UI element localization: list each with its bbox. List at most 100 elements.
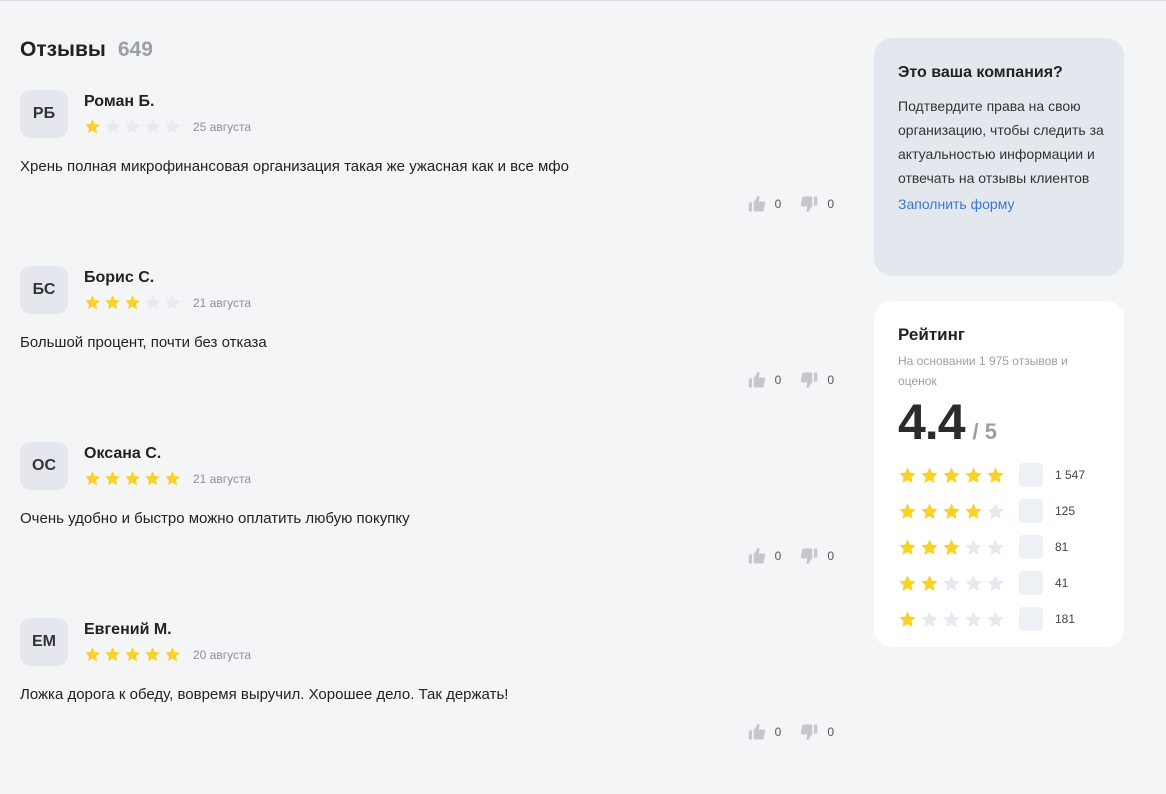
dislike-button[interactable]: 0 xyxy=(799,370,834,390)
avatar: БС xyxy=(20,266,68,314)
like-button[interactable]: 0 xyxy=(747,722,782,742)
rating-value-row: 4.4 / 5 xyxy=(898,393,1100,451)
dislike-button[interactable]: 0 xyxy=(799,546,834,566)
thumbs-down-icon xyxy=(799,194,819,214)
like-button[interactable]: 0 xyxy=(747,546,782,566)
star-filled-icon xyxy=(942,502,961,521)
star-filled-icon xyxy=(964,466,983,485)
review-author: Борис С. xyxy=(84,269,155,286)
dislike-count: 0 xyxy=(827,373,834,387)
review-rating: 21 августа xyxy=(84,294,251,311)
star-filled-icon xyxy=(124,470,141,487)
thumbs-up-icon xyxy=(747,546,767,566)
dislike-button[interactable]: 0 xyxy=(799,194,834,214)
star-empty-icon xyxy=(964,538,983,557)
star-empty-icon xyxy=(164,294,181,311)
claim-description: Подтвердите права на свою организацию, ч… xyxy=(898,98,1104,186)
rating-distribution: 1 547 125 81 41 181 xyxy=(898,457,1100,637)
dislike-button[interactable]: 0 xyxy=(799,722,834,742)
thumbs-up-icon xyxy=(747,370,767,390)
like-count: 0 xyxy=(774,373,782,387)
rating-row-count: 81 xyxy=(1055,540,1069,554)
rating-row-stars xyxy=(898,466,1008,485)
avatar: ОС xyxy=(20,442,68,490)
dislike-count: 0 xyxy=(827,725,834,739)
review-item: ЕМ Евгений М. 20 августа Ложка дорога к обе… xyxy=(20,618,840,794)
review-date: 20 августа xyxy=(193,647,252,662)
like-count: 0 xyxy=(774,549,782,563)
review-item: РБ Роман Б. 25 августа Хрень полная микрофи… xyxy=(20,90,840,266)
star-filled-icon xyxy=(124,294,141,311)
rating-row-3: 81 xyxy=(898,529,1100,565)
rating-max: / 5 xyxy=(972,419,997,444)
fill-form-link[interactable]: Заполнить форму xyxy=(898,196,1015,212)
star-filled-icon xyxy=(942,538,961,557)
star-filled-icon xyxy=(144,470,161,487)
rating-row-4: 125 xyxy=(898,493,1100,529)
star-filled-icon xyxy=(898,466,917,485)
review-item: ОС Оксана С. 21 августа Очень удобно и быст… xyxy=(20,442,840,618)
star-empty-icon xyxy=(986,502,1005,521)
reviews-header: Отзывы 649 xyxy=(20,38,840,66)
dislike-count: 0 xyxy=(827,197,834,211)
review-rating: 25 августа xyxy=(84,118,251,135)
star-empty-icon xyxy=(144,294,161,311)
like-button[interactable]: 0 xyxy=(747,194,782,214)
rating-row-count: 181 xyxy=(1055,612,1076,626)
avatar: ЕМ xyxy=(20,618,68,666)
like-button[interactable]: 0 xyxy=(747,370,782,390)
claim-title: Это ваша компания? xyxy=(898,64,1063,81)
star-filled-icon xyxy=(920,538,939,557)
star-empty-icon xyxy=(986,574,1005,593)
like-count: 0 xyxy=(774,197,782,211)
top-divider xyxy=(0,0,1166,1)
star-filled-icon xyxy=(144,646,161,663)
star-filled-icon xyxy=(164,646,181,663)
review-votes: 00 xyxy=(729,194,834,214)
review-votes: 00 xyxy=(729,722,834,742)
rating-title: Рейтинг xyxy=(898,325,965,344)
star-empty-icon xyxy=(942,610,961,629)
rating-row-1: 181 xyxy=(898,601,1100,637)
rating-bar xyxy=(1019,499,1043,523)
rating-value: 4.4 xyxy=(898,394,966,450)
review-author: Оксана С. xyxy=(84,445,162,462)
star-empty-icon xyxy=(144,118,161,135)
star-filled-icon xyxy=(104,646,121,663)
like-count: 0 xyxy=(774,725,782,739)
review-rating: 21 августа xyxy=(84,470,251,487)
star-empty-icon xyxy=(124,118,141,135)
rating-row-stars xyxy=(898,610,1008,629)
rating-row-stars xyxy=(898,538,1008,557)
review-date: 25 августа xyxy=(193,119,252,134)
star-filled-icon xyxy=(920,574,939,593)
star-empty-icon xyxy=(920,610,939,629)
star-filled-icon xyxy=(920,502,939,521)
reviews-section: Отзывы 649 РБ Роман Б. 25 августа Хрень пол… xyxy=(20,38,840,794)
star-empty-icon xyxy=(986,538,1005,557)
rating-row-stars xyxy=(898,574,1008,593)
review-text: Очень удобно и быстро можно оплатить люб… xyxy=(20,510,410,527)
rating-row-count: 41 xyxy=(1055,576,1069,590)
rating-subtitle: На основании 1 975 отзывов и оценок xyxy=(898,354,1068,388)
review-text: Ложка дорога к обеду, вовремя выручил. Х… xyxy=(20,686,509,703)
star-filled-icon xyxy=(986,466,1005,485)
star-filled-icon xyxy=(898,574,917,593)
star-empty-icon xyxy=(942,574,961,593)
star-filled-icon xyxy=(942,466,961,485)
rating-row-count: 1 547 xyxy=(1055,468,1086,482)
star-filled-icon xyxy=(84,470,101,487)
star-filled-icon xyxy=(898,610,917,629)
review-text: Хрень полная микрофинансовая организация… xyxy=(20,158,569,175)
star-filled-icon xyxy=(164,470,181,487)
star-empty-icon xyxy=(986,610,1005,629)
review-item: БС Борис С. 21 августа Большой процент, поч… xyxy=(20,266,840,442)
star-filled-icon xyxy=(104,294,121,311)
star-filled-icon xyxy=(124,646,141,663)
review-date: 21 августа xyxy=(193,471,252,486)
review-votes: 00 xyxy=(729,370,834,390)
star-empty-icon xyxy=(964,574,983,593)
rating-row-5: 1 547 xyxy=(898,457,1100,493)
reviews-count: 649 xyxy=(117,38,153,61)
star-filled-icon xyxy=(84,646,101,663)
